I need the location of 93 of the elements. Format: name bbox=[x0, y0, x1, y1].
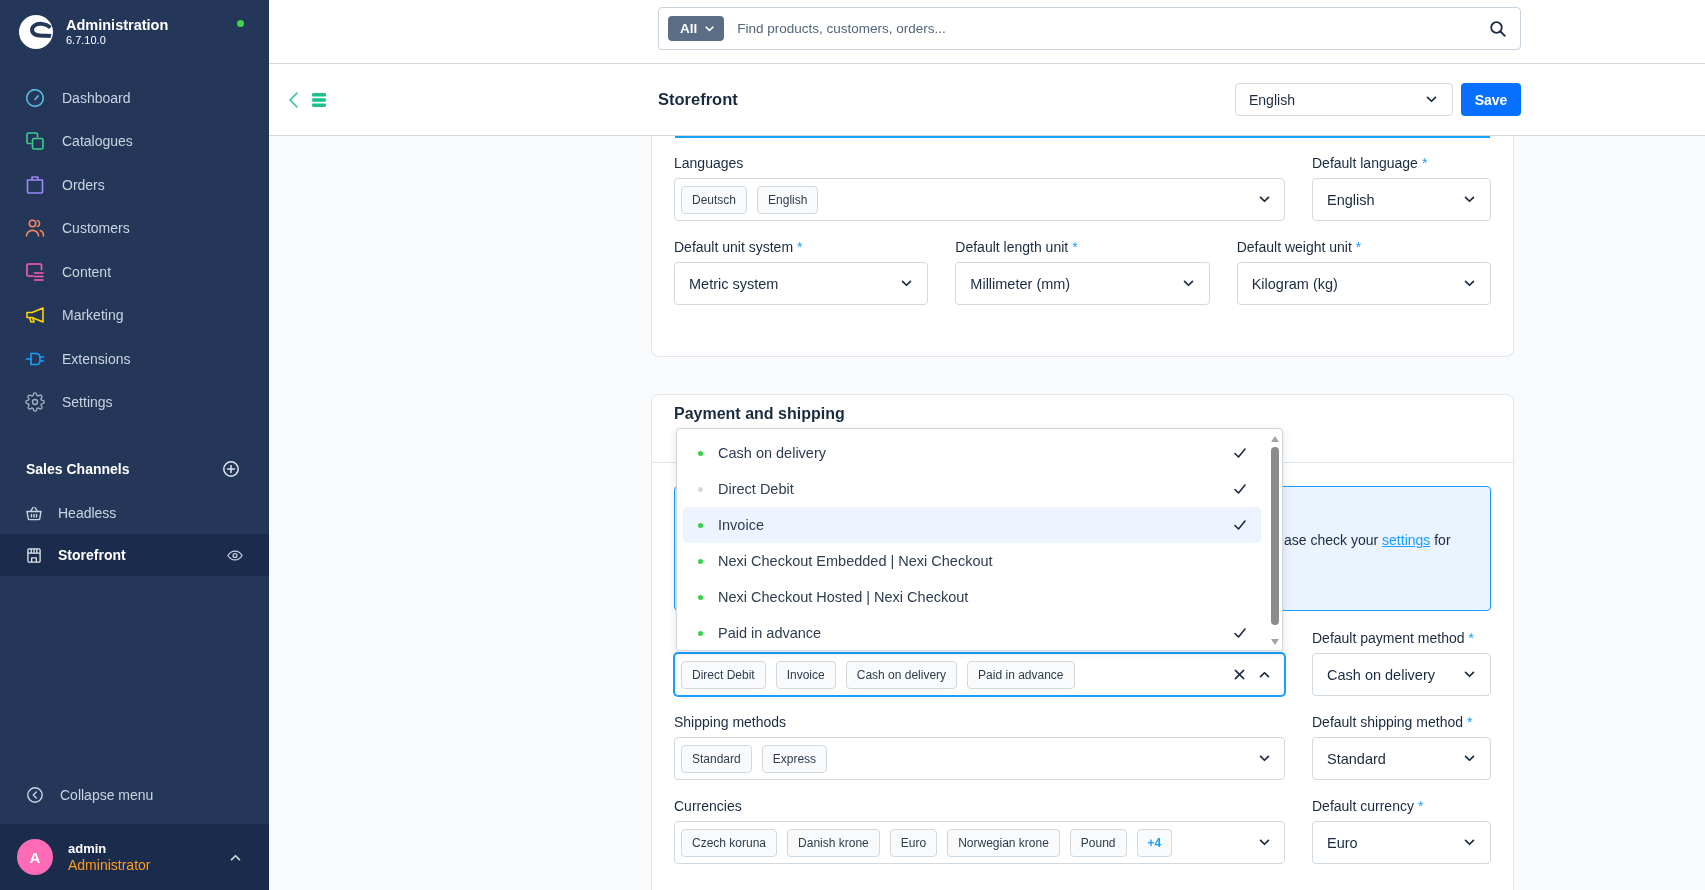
select-field[interactable]: Standard bbox=[1312, 737, 1491, 780]
sales-channel-item[interactable]: Headless bbox=[0, 492, 269, 534]
tag[interactable]: Danish krone bbox=[787, 828, 880, 857]
chevron-down-icon bbox=[1464, 839, 1475, 846]
caret-icon bbox=[705, 25, 715, 32]
field-label: Languages bbox=[674, 154, 745, 173]
copy-icon bbox=[25, 131, 45, 152]
field-label: Default payment method * bbox=[1312, 629, 1475, 648]
field-label: Default language * bbox=[1312, 154, 1429, 173]
field-label: Currencies bbox=[674, 797, 743, 816]
tag[interactable]: Euro bbox=[889, 828, 938, 857]
field-label: Default unit system * bbox=[674, 238, 804, 257]
tag[interactable]: Deutsch bbox=[681, 185, 748, 214]
multi-select-field[interactable]: Standard Express bbox=[674, 737, 1285, 780]
chevron-down-icon bbox=[1259, 755, 1270, 762]
tag[interactable]: Czech koruna bbox=[681, 828, 778, 857]
chevron-down-icon bbox=[901, 280, 913, 287]
chevron-down-icon bbox=[1464, 671, 1475, 678]
multi-select-field[interactable]: Czech koruna Danish krone Euro Norwegian krone Pound +4 bbox=[674, 821, 1285, 864]
nav-item[interactable]: Dashboard bbox=[0, 76, 269, 120]
plus-circle-icon[interactable] bbox=[223, 461, 239, 477]
gauge-icon bbox=[25, 87, 45, 108]
section-title: Sales Channels bbox=[26, 461, 130, 477]
field-label: Default length unit * bbox=[955, 238, 1079, 257]
app-title: Administration bbox=[66, 17, 169, 34]
card-title: Payment and shipping bbox=[674, 404, 846, 424]
dropdown-option[interactable]: Direct Debit bbox=[683, 471, 1261, 507]
select-field[interactable]: English bbox=[1312, 178, 1491, 221]
nav-item[interactable]: Catalogues bbox=[0, 119, 269, 163]
collapse-menu-button[interactable]: Collapse menu bbox=[0, 773, 269, 817]
avatar: A bbox=[17, 839, 53, 875]
chevron-down-icon bbox=[1259, 839, 1270, 846]
version-label: 6.7.10.0 bbox=[66, 34, 107, 47]
nav-item[interactable]: Orders bbox=[0, 163, 269, 207]
sales-channel-item[interactable]: Storefront bbox=[0, 534, 269, 576]
nav-item[interactable]: Marketing bbox=[0, 293, 269, 337]
nav-item[interactable]: Customers bbox=[0, 206, 269, 250]
settings-icon bbox=[25, 392, 45, 413]
chevron-down-icon bbox=[1464, 196, 1475, 203]
language-select[interactable]: English bbox=[1235, 83, 1453, 116]
basket-icon bbox=[26, 505, 42, 521]
chevron-down-icon bbox=[1464, 755, 1475, 762]
close-icon[interactable] bbox=[1234, 669, 1245, 680]
store-icon bbox=[26, 547, 42, 563]
field-label: Default shipping method * bbox=[1312, 713, 1474, 732]
page-title: Storefront bbox=[658, 90, 738, 109]
dropdown-option[interactable]: Invoice bbox=[683, 507, 1261, 543]
save-button[interactable]: Save bbox=[1461, 83, 1521, 116]
dropdown-option[interactable]: Nexi Checkout Embedded | Nexi Checkout bbox=[683, 543, 1261, 579]
multi-select-field[interactable]: Direct Debit Invoice Cash on delivery Paid in advance bbox=[674, 653, 1285, 696]
tag[interactable]: Norwegian krone bbox=[947, 828, 1060, 857]
field-label: Default currency * bbox=[1312, 797, 1425, 816]
chevron-down-icon bbox=[1182, 280, 1194, 287]
chevron-down-icon bbox=[1464, 280, 1475, 287]
select-field[interactable]: Metric system bbox=[674, 262, 929, 305]
select-field[interactable]: Millimeter (mm) bbox=[955, 262, 1210, 305]
megaphone-icon bbox=[25, 305, 45, 326]
status-dot-icon bbox=[237, 20, 244, 27]
logo-icon[interactable] bbox=[19, 15, 53, 49]
multi-select-field[interactable]: Deutsch English bbox=[674, 178, 1285, 221]
tag[interactable]: Cash on delivery bbox=[845, 660, 958, 689]
user-name: admin bbox=[68, 840, 108, 857]
select-field[interactable]: Cash on delivery bbox=[1312, 653, 1491, 696]
tag[interactable]: Paid in advance bbox=[967, 660, 1075, 689]
dropdown-option[interactable]: Paid in advance bbox=[683, 615, 1261, 650]
search-icon[interactable] bbox=[1490, 20, 1506, 37]
select-field[interactable]: Euro bbox=[1312, 821, 1491, 864]
chevron-down-icon bbox=[1259, 196, 1270, 203]
alert-text: ase check your settings for bbox=[1284, 531, 1452, 550]
bag-icon bbox=[25, 174, 45, 195]
tag[interactable]: English bbox=[757, 185, 819, 214]
chevron-down-icon bbox=[1426, 96, 1437, 103]
nav-item[interactable]: Content bbox=[0, 250, 269, 294]
field-label: Default weight unit * bbox=[1236, 238, 1363, 257]
tag[interactable]: Pound bbox=[1069, 828, 1127, 857]
nav-item[interactable]: Settings bbox=[0, 380, 269, 424]
dropdown-option[interactable]: Cash on delivery bbox=[683, 435, 1261, 471]
tag[interactable]: Direct Debit bbox=[681, 660, 766, 689]
select-field[interactable]: Kilogram (kg) bbox=[1236, 262, 1491, 305]
user-role: Administrator bbox=[68, 856, 151, 874]
tag[interactable]: Express bbox=[761, 744, 828, 773]
dropdown-option[interactable]: Nexi Checkout Hosted | Nexi Checkout bbox=[683, 579, 1261, 615]
users-icon bbox=[25, 218, 45, 239]
search-field[interactable]: All Find products, customers, orders... bbox=[658, 7, 1521, 50]
tag[interactable]: Invoice bbox=[775, 660, 836, 689]
tag[interactable]: Standard bbox=[681, 744, 752, 773]
content-icon bbox=[25, 261, 45, 282]
chevron-left-circle-icon bbox=[27, 787, 43, 803]
field-label: Shipping methods bbox=[674, 713, 788, 732]
eye-icon[interactable] bbox=[227, 549, 243, 561]
nav-item[interactable]: Extensions bbox=[0, 337, 269, 381]
scope-dropdown-button[interactable]: All bbox=[668, 16, 725, 41]
chevron-up-icon[interactable] bbox=[1259, 671, 1270, 678]
